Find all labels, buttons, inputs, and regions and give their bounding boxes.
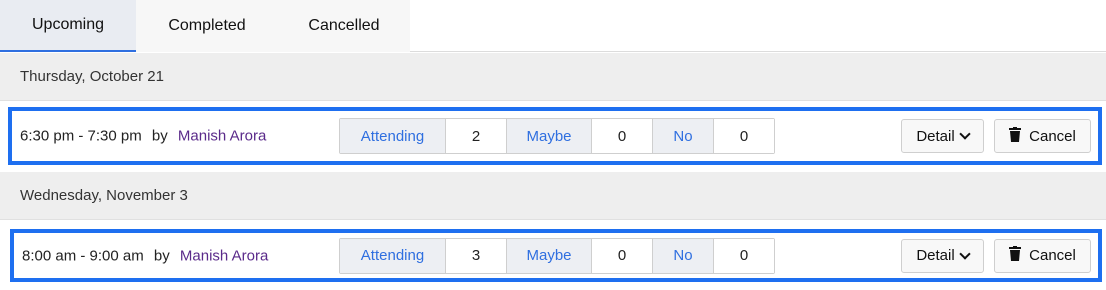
no-count: 0 (714, 238, 774, 273)
maybe-button[interactable]: Maybe (507, 119, 592, 153)
host-name: Manish Arora (177, 127, 267, 145)
maybe-count: 0 (592, 238, 653, 273)
detail-label: Detail (916, 247, 955, 264)
trash-icon (1009, 126, 1022, 146)
no-count: 0 (714, 119, 774, 153)
attending-count: 2 (446, 119, 507, 153)
attending-button[interactable]: Attending (340, 238, 446, 273)
detail-label: Detail (916, 127, 955, 145)
tab-bar: Upcoming Completed Cancelled (0, 0, 1106, 52)
rsvp-group: Attending 2 Maybe 0 No 0 (339, 118, 775, 154)
trash-icon (1009, 246, 1022, 265)
event-time-info: 6:30 pm - 7:30 pm by Manish Arora (20, 128, 266, 145)
tab-completed[interactable]: Completed (136, 0, 278, 52)
date-header: Thursday, October 21 (0, 53, 1106, 101)
cancel-label: Cancel (1029, 247, 1076, 264)
cancel-label: Cancel (1029, 127, 1076, 145)
maybe-count: 0 (592, 119, 653, 153)
detail-button[interactable]: Detail (901, 238, 984, 273)
by-label: by (151, 127, 168, 145)
no-button[interactable]: No (653, 238, 714, 273)
by-label: by (153, 247, 170, 264)
rsvp-group: Attending 3 Maybe 0 No 0 (339, 237, 775, 274)
host-name: Manish Arora (179, 247, 269, 264)
tab-upcoming[interactable]: Upcoming (0, 0, 136, 52)
chevron-down-icon (959, 247, 971, 260)
event-row: 8:00 am - 9:00 am by Manish Arora Attend… (10, 229, 1102, 282)
maybe-button[interactable]: Maybe (507, 238, 592, 273)
event-time: 8:00 am - 9:00 am (22, 247, 144, 264)
detail-button[interactable]: Detail (901, 119, 984, 153)
chevron-down-icon (959, 128, 971, 140)
cancel-button[interactable]: Cancel (994, 238, 1091, 273)
event-time-info: 8:00 am - 9:00 am by Manish Arora (22, 247, 268, 264)
event-row: 6:30 pm - 7:30 pm by Manish Arora Attend… (8, 107, 1102, 165)
attending-count: 3 (446, 238, 507, 273)
date-header: Wednesday, November 3 (0, 172, 1106, 220)
tab-cancelled[interactable]: Cancelled (278, 0, 410, 52)
attending-button[interactable]: Attending (340, 119, 446, 153)
cancel-button[interactable]: Cancel (994, 119, 1091, 153)
no-button[interactable]: No (653, 119, 714, 153)
event-time: 6:30 pm - 7:30 pm (20, 127, 142, 145)
